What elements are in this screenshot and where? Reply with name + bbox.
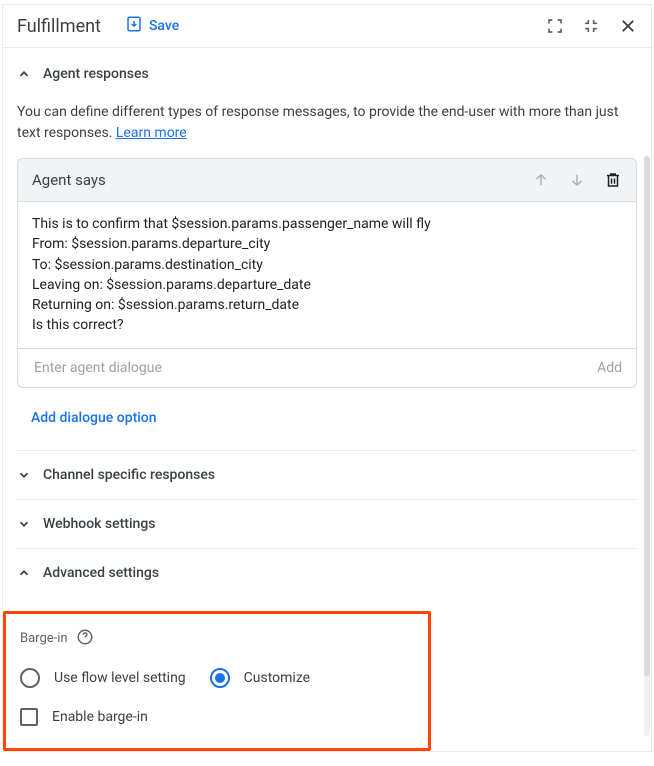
card-title: Agent says: [32, 171, 106, 189]
save-label: Save: [149, 18, 179, 34]
page-title: Fulfillment: [17, 16, 101, 37]
chevron-up-icon: [17, 67, 31, 81]
chevron-down-icon: [17, 468, 31, 482]
checkbox-icon: [20, 708, 38, 726]
section-webhook-settings[interactable]: Webhook settings: [17, 499, 637, 548]
section-title: Channel specific responses: [43, 467, 215, 483]
checkbox-enable-barge-in[interactable]: Enable barge-in: [20, 708, 414, 726]
save-button[interactable]: Save: [125, 15, 179, 37]
fullscreen-icon[interactable]: [547, 18, 563, 34]
radio-icon: [20, 668, 40, 688]
radio-flow-level[interactable]: Use flow level setting: [20, 668, 186, 688]
scrollbar[interactable]: [644, 156, 650, 736]
dialogue-input[interactable]: [32, 359, 597, 377]
collapse-icon[interactable]: [583, 18, 599, 34]
section-channel-responses[interactable]: Channel specific responses: [17, 450, 637, 499]
checkbox-label: Enable barge-in: [52, 709, 148, 725]
add-button[interactable]: Add: [597, 360, 622, 376]
chevron-down-icon: [17, 517, 31, 531]
agent-dialogue-text[interactable]: This is to confirm that $session.params.…: [18, 202, 636, 349]
panel-header: Fulfillment Save: [3, 5, 651, 48]
close-icon[interactable]: [619, 17, 637, 35]
help-icon[interactable]: [76, 628, 94, 650]
move-up-icon[interactable]: [532, 171, 550, 189]
section-agent-responses[interactable]: Agent responses: [17, 62, 637, 86]
radio-checked-icon: [210, 668, 230, 688]
agent-says-card: Agent says This is to confirm that $sess…: [17, 158, 637, 388]
radio-label: Customize: [244, 670, 310, 686]
section-title: Webhook settings: [43, 516, 155, 532]
move-down-icon[interactable]: [568, 171, 586, 189]
scrollbar-thumb[interactable]: [644, 156, 650, 676]
learn-more-link[interactable]: Learn more: [116, 125, 187, 141]
add-dialogue-option-button[interactable]: Add dialogue option: [31, 410, 637, 426]
section-description: You can define different types of respon…: [17, 102, 637, 144]
radio-customize[interactable]: Customize: [210, 668, 310, 688]
section-title: Advanced settings: [43, 565, 159, 581]
barge-in-label: Barge-in: [20, 631, 68, 646]
section-title: Agent responses: [43, 66, 149, 82]
delete-icon[interactable]: [604, 171, 622, 189]
save-icon: [125, 15, 143, 37]
radio-label: Use flow level setting: [54, 670, 186, 686]
chevron-up-icon: [17, 566, 31, 580]
barge-in-highlight: Barge-in Use flow level setting Customiz…: [3, 611, 431, 751]
section-advanced-settings[interactable]: Advanced settings: [17, 548, 637, 597]
